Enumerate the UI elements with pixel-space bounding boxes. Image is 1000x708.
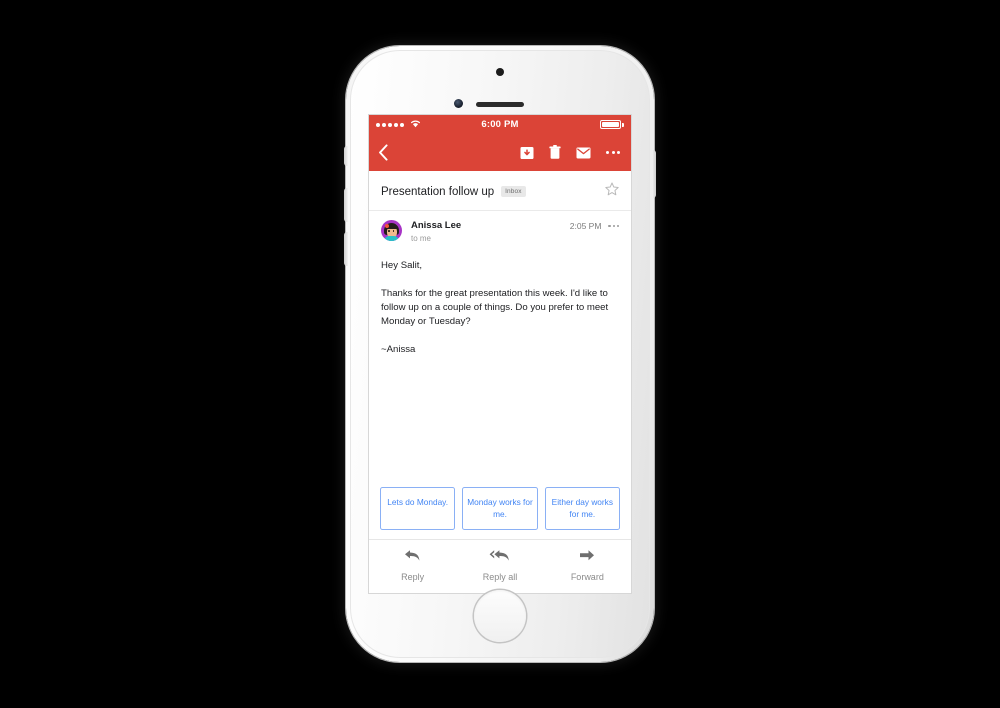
screenshot-stage: 6:00 PM Presentation follow up Inbox Ani… — [0, 0, 1000, 708]
message-timestamp: 2:05 PM — [569, 221, 602, 231]
app-bar — [369, 134, 631, 171]
reply-all-arrow-icon — [489, 549, 511, 567]
overflow-menu-icon[interactable] — [608, 224, 619, 228]
smart-reply-chip-3[interactable]: Either day works for me. — [544, 487, 620, 530]
reply-arrow-icon — [404, 549, 421, 567]
forward-arrow-icon — [579, 549, 595, 567]
sender-name: Anissa Lee — [411, 220, 462, 231]
phone-device: 6:00 PM Presentation follow up Inbox Ani… — [344, 46, 656, 662]
sender-meta: Anissa Lee to me — [411, 220, 461, 243]
smart-reply-chip-2[interactable]: Monday works for me. — [462, 487, 538, 530]
mail-unread-icon[interactable] — [576, 147, 591, 159]
inbox-label-chip[interactable]: Inbox — [501, 186, 526, 197]
front-camera — [454, 99, 463, 108]
proximity-sensor — [496, 68, 504, 76]
smart-reply-bar: Lets do Monday. Monday works for me. Eit… — [369, 480, 631, 539]
volume-up-button[interactable] — [344, 188, 348, 222]
status-bar: 6:00 PM — [369, 115, 631, 134]
message-signature: ~Anissa — [381, 344, 416, 355]
page-title: Presentation follow up — [381, 185, 495, 198]
back-chevron-icon[interactable] — [378, 144, 389, 161]
speaker-grille-icon — [476, 102, 524, 107]
forward-button[interactable]: Forward — [544, 549, 631, 582]
home-button[interactable] — [474, 590, 526, 642]
app-bar-actions — [520, 145, 622, 160]
reply-all-button[interactable]: Reply all — [456, 549, 543, 582]
subject-row: Presentation follow up Inbox — [369, 171, 631, 211]
phone-screen: 6:00 PM Presentation follow up Inbox Ani… — [368, 114, 632, 594]
sender-right: 2:05 PM — [570, 220, 619, 231]
sender-recipient[interactable]: to me — [411, 234, 461, 243]
avatar[interactable] — [381, 220, 402, 241]
sender-row: Anissa Lee to me 2:05 PM — [369, 211, 631, 247]
volume-down-button[interactable] — [344, 232, 348, 266]
status-time: 6:00 PM — [481, 119, 519, 130]
reply-all-label: Reply all — [482, 572, 518, 582]
mute-switch[interactable] — [344, 146, 348, 166]
message-paragraph: Thanks for the great presentation this w… — [381, 288, 609, 327]
reply-label: Reply — [401, 572, 425, 582]
power-button[interactable] — [652, 150, 656, 198]
bottom-action-bar: Reply Reply all Forward — [369, 539, 631, 593]
message-greeting: Hey Salit, — [381, 260, 423, 271]
message-body: Hey Salit, Thanks for the great presenta… — [369, 247, 631, 480]
archive-icon[interactable] — [520, 146, 534, 160]
reply-button[interactable]: Reply — [369, 549, 456, 582]
smart-reply-chip-1[interactable]: Lets do Monday. — [380, 487, 456, 530]
forward-label: Forward — [570, 572, 604, 582]
trash-icon[interactable] — [549, 145, 561, 160]
overflow-menu-icon[interactable] — [606, 151, 620, 154]
star-outline-icon[interactable] — [605, 182, 619, 201]
